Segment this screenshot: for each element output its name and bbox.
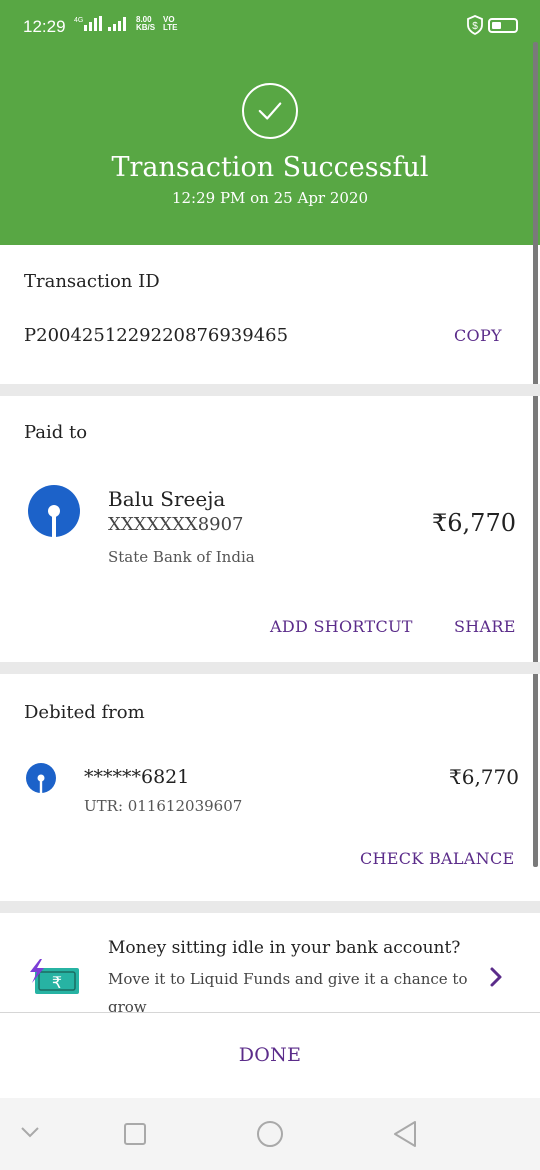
promo-body: Move it to Liquid Funds and give it a ch…	[108, 970, 468, 988]
money-transfer-icon: ₹	[30, 959, 79, 994]
debit-amount: ₹6,770	[449, 765, 519, 789]
shield-dollar-icon: $	[467, 15, 483, 35]
debit-account: ******6821	[84, 766, 190, 788]
check-balance-button[interactable]: CHECK BALANCE	[360, 849, 514, 868]
done-button[interactable]: DONE	[0, 1044, 540, 1066]
network-type-label: 4G	[74, 17, 83, 24]
success-header: Transaction Successful 12:29 PM on 25 Ap…	[0, 42, 540, 245]
svg-text:$: $	[472, 21, 478, 32]
paid-to-label: Paid to	[24, 422, 88, 443]
transaction-id-label: Transaction ID	[24, 271, 160, 292]
transaction-id-value: P2004251229220876939465	[24, 325, 289, 346]
debited-from-label: Debited from	[24, 702, 145, 723]
volte-indicator: VO LTE	[163, 15, 178, 32]
system-nav-bar	[0, 1098, 540, 1170]
payee-name: Balu Sreeja	[108, 487, 226, 511]
chevron-right-icon[interactable]	[489, 966, 503, 988]
circle-icon[interactable]	[256, 1120, 284, 1148]
triangle-back-icon[interactable]	[392, 1120, 418, 1148]
liquid-funds-promo[interactable]: ₹ Money sitting idle in your bank accoun…	[0, 913, 540, 1012]
sbi-logo-icon	[26, 763, 56, 793]
battery-icon	[488, 18, 518, 33]
transaction-datetime: 12:29 PM on 25 Apr 2020	[171, 189, 369, 207]
promo-body-continued: grow	[108, 998, 147, 1012]
section-divider	[0, 384, 540, 396]
status-time: 12:29	[23, 17, 66, 36]
share-button[interactable]: SHARE	[454, 617, 516, 636]
scrollbar[interactable]	[533, 42, 538, 867]
network-speed: 8.00 KB/S	[136, 15, 156, 32]
utr-number: UTR: 011612039607	[84, 797, 243, 815]
add-shortcut-button[interactable]: ADD SHORTCUT	[270, 617, 413, 636]
chevron-down-icon[interactable]	[20, 1126, 40, 1138]
divider	[0, 1012, 540, 1013]
section-divider	[0, 901, 540, 913]
page-title: Transaction Successful	[111, 152, 429, 183]
signal-icon: 4G	[74, 16, 126, 31]
svg-text:₹: ₹	[52, 973, 62, 992]
section-divider	[0, 662, 540, 674]
paid-amount: ₹6,770	[432, 509, 516, 537]
check-circle-icon	[242, 83, 298, 139]
square-icon[interactable]	[123, 1122, 147, 1146]
promo-title: Money sitting idle in your bank account?	[108, 938, 461, 958]
sbi-logo-icon	[28, 485, 80, 537]
status-bar: 12:29 4G 8.00 KB/S VO LTE $	[0, 0, 540, 42]
copy-button[interactable]: COPY	[454, 326, 502, 345]
payee-account: XXXXXXX8907	[108, 514, 244, 535]
payee-bank: State Bank of India	[108, 548, 255, 566]
